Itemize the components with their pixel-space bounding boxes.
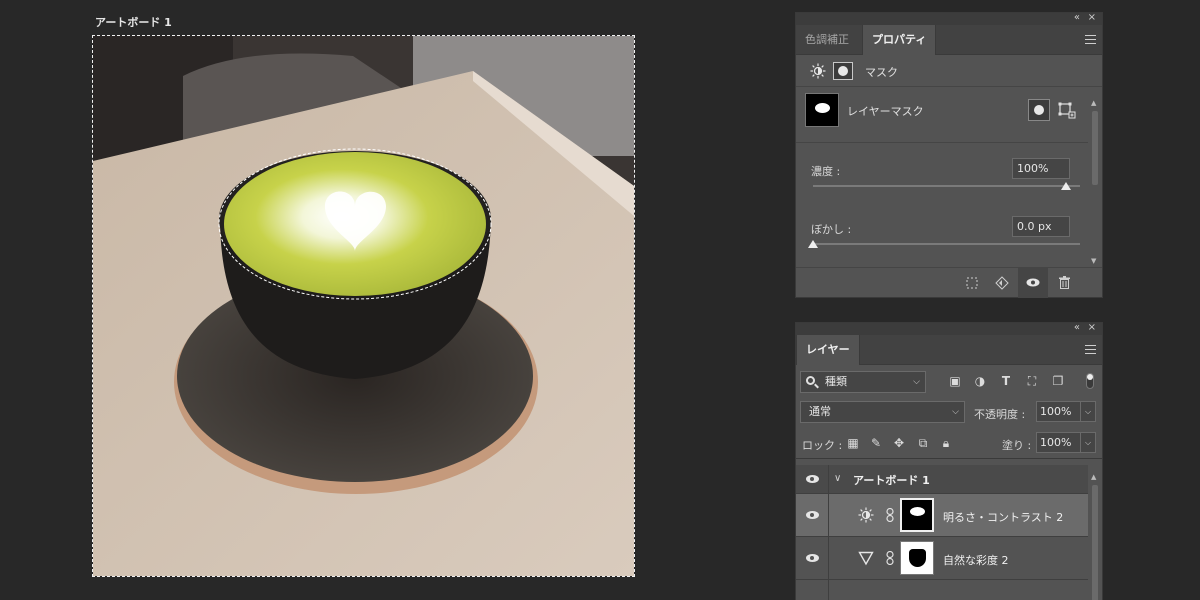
lock-label: ロック : — [802, 439, 843, 452]
tab-layers[interactable]: レイヤー — [796, 335, 860, 365]
delete-mask-icon[interactable] — [1049, 268, 1079, 298]
mask-thumbnail[interactable] — [805, 93, 839, 127]
blend-mode-value: 通常 — [809, 405, 831, 418]
filter-type-layers-icon[interactable]: T — [998, 373, 1014, 389]
lock-image-pixels-icon[interactable]: ✎ — [869, 436, 883, 450]
feather-input[interactable]: 0.0 px — [1012, 216, 1070, 237]
apply-mask-icon[interactable] — [987, 268, 1017, 298]
layer-filter-kind-select[interactable]: 種類 ⌵ — [800, 371, 926, 393]
chevron-down-icon: ⌵ — [952, 407, 959, 417]
eye-icon — [806, 511, 819, 519]
feather-control: ぼかし : 0.0 px — [796, 201, 1088, 248]
eye-icon — [806, 554, 819, 562]
scroll-up-icon[interactable]: ▲ — [1091, 99, 1096, 107]
tab-adjustments[interactable]: 色調補正 — [796, 25, 858, 55]
layer-row-brightness-contrast[interactable]: 明るさ・コントラスト 2 — [796, 494, 1088, 537]
visibility-toggle[interactable] — [796, 537, 829, 579]
layer-mask-thumbnail[interactable] — [900, 541, 934, 575]
filter-smart-objects-icon[interactable]: ❐ — [1050, 373, 1066, 389]
visibility-toggle[interactable] — [796, 465, 829, 493]
properties-panel-titlebar[interactable]: « × — [796, 12, 1102, 25]
feather-label: ぼかし : — [811, 223, 852, 236]
close-panel-button[interactable]: × — [1088, 12, 1096, 24]
filter-pixel-layers-icon[interactable]: ▣ — [947, 373, 963, 389]
properties-section-title: マスク — [865, 66, 898, 79]
lock-artboard-nesting-icon[interactable]: ⧉ — [916, 436, 930, 450]
mask-link-icon[interactable] — [886, 551, 894, 565]
chevron-down-icon[interactable]: ∨ — [834, 473, 841, 484]
collapse-panel-button[interactable]: « — [1074, 12, 1080, 24]
layer-mask-thumbnail[interactable] — [900, 498, 934, 532]
vibrance-icon — [858, 551, 874, 566]
scroll-up-icon[interactable]: ▲ — [1091, 473, 1096, 481]
filter-adjustment-layers-icon[interactable]: ◑ — [972, 373, 988, 389]
layer-name: 明るさ・コントラスト 2 — [943, 511, 1064, 524]
fill-dropdown-button[interactable]: ⌵ — [1080, 432, 1096, 453]
feather-slider-handle[interactable] — [808, 240, 818, 248]
properties-scrollbar[interactable]: ▲ ▼ — [1090, 99, 1100, 265]
mask-type-label: レイヤーマスク — [847, 105, 924, 118]
scroll-down-icon[interactable]: ▼ — [1091, 257, 1096, 265]
artboard-label: アートボード 1 — [95, 16, 172, 29]
density-slider[interactable] — [813, 185, 1080, 187]
opacity-label: 不透明度 : — [974, 408, 1026, 421]
visibility-toggle[interactable] — [796, 580, 829, 600]
density-label: 濃度 : — [811, 165, 841, 178]
visibility-toggle[interactable] — [796, 494, 829, 536]
lock-position-icon[interactable]: ✥ — [892, 436, 906, 450]
properties-scroll-thumb[interactable] — [1092, 111, 1098, 185]
layer-filter-kind-value: 種類 — [825, 375, 847, 388]
disable-mask-eye-icon[interactable] — [1018, 268, 1048, 298]
opacity-dropdown-button[interactable]: ⌵ — [1080, 401, 1096, 422]
layers-panel-menu-icon[interactable] — [1085, 345, 1096, 354]
matcha-latte-photo — [93, 36, 634, 576]
layers-scroll-thumb[interactable] — [1092, 485, 1098, 600]
layer-row-artboard-group[interactable]: ∨ アートボード 1 — [796, 465, 1088, 494]
density-input[interactable]: 100% — [1012, 158, 1070, 179]
lock-all-icon[interactable]: 🔒︎ — [939, 436, 953, 450]
layer-filter-toggle[interactable] — [1086, 373, 1094, 389]
fill-label: 塗り : — [1002, 439, 1032, 452]
add-vector-mask-icon[interactable] — [1058, 101, 1076, 119]
collapse-layers-panel-button[interactable]: « — [1074, 322, 1080, 334]
layers-panel-titlebar[interactable]: « × — [796, 322, 1102, 335]
brightness-contrast-icon[interactable] — [810, 63, 826, 79]
density-control: 濃度 : 100% — [796, 143, 1088, 201]
eye-icon — [806, 475, 819, 483]
density-slider-handle[interactable] — [1061, 182, 1071, 190]
filter-shape-layers-icon[interactable]: ⛶ — [1024, 373, 1040, 389]
properties-panel: « × 色調補正 プロパティ マスク レイヤーマスク 濃度: 100% ぼかし… — [795, 12, 1103, 298]
close-layers-panel-button[interactable]: × — [1088, 322, 1096, 334]
layers-panel: « × レイヤー 種類 ⌵ ▣ ◑ T ⛶ ❐ 通常 ⌵ 不透明度 : 100%… — [795, 322, 1103, 600]
layer-mask-icon[interactable] — [833, 62, 853, 80]
layer-list: ∨ アートボード 1 明るさ・コントラスト 2 自然な彩度 2 — [796, 465, 1088, 600]
blend-mode-select[interactable]: 通常 ⌵ — [800, 401, 965, 423]
lock-transparent-pixels-icon[interactable]: ▦ — [846, 436, 860, 450]
layer-name: 自然な彩度 2 — [943, 554, 1009, 567]
mask-link-icon[interactable] — [886, 508, 894, 522]
layers-scrollbar[interactable]: ▲ — [1090, 473, 1100, 600]
chevron-down-icon: ⌵ — [913, 377, 920, 387]
artboard-canvas[interactable] — [92, 35, 635, 577]
feather-slider[interactable] — [813, 243, 1080, 245]
add-pixel-mask-button[interactable] — [1028, 99, 1050, 121]
tab-properties[interactable]: プロパティ — [862, 25, 937, 55]
layer-row-vibrance[interactable]: 自然な彩度 2 — [796, 537, 1088, 580]
layer-name: アートボード 1 — [853, 474, 930, 487]
layer-row-partial[interactable] — [796, 580, 1088, 600]
search-icon — [806, 376, 815, 385]
brightness-contrast-icon — [858, 507, 874, 523]
load-selection-from-mask-icon[interactable] — [957, 268, 987, 298]
panel-menu-icon[interactable] — [1085, 35, 1096, 44]
